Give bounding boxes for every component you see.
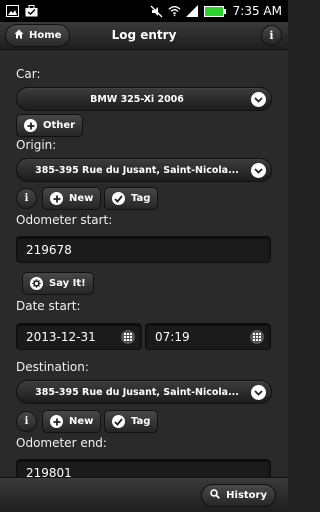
date-start-value: 2013-12-31: [26, 329, 96, 344]
destination-tag-label: Tag: [131, 416, 151, 427]
odometer-start-label: Odometer start:: [16, 213, 113, 227]
say-it-button[interactable]: Say It!: [22, 272, 94, 295]
destination-info-button[interactable]: i: [16, 411, 37, 432]
origin-tag-label: Tag: [131, 193, 151, 204]
origin-new-button[interactable]: New: [42, 187, 102, 210]
origin-select-value: 385-395 Rue du Jusant, Saint-Nicola...: [35, 164, 239, 176]
mute-icon: [150, 5, 163, 18]
wifi-icon: [168, 5, 181, 18]
header-bar: Home Log entry i: [0, 22, 288, 50]
calendar-icon[interactable]: [250, 330, 264, 344]
chevron-down-icon: [251, 385, 266, 400]
info-icon: i: [24, 193, 29, 204]
other-button[interactable]: Other: [16, 114, 84, 137]
gear-icon: [30, 277, 43, 290]
chevron-down-icon: [251, 163, 266, 178]
briefcase-icon: [25, 5, 38, 18]
car-label: Car:: [16, 67, 41, 81]
odometer-end-label: Odometer end:: [16, 436, 107, 450]
plus-icon: [50, 192, 63, 205]
status-time: 7:35 AM: [232, 4, 282, 18]
destination-select-value: 385-395 Rue du Jusant, Saint-Nicola...: [35, 386, 239, 398]
odometer-start-input[interactable]: 219678: [16, 236, 271, 263]
footer-bar: History: [0, 477, 288, 512]
info-icon[interactable]: i: [261, 25, 282, 46]
date-start-label: Date start:: [16, 299, 81, 313]
gallery-icon: [6, 5, 19, 18]
origin-tag-button[interactable]: Tag: [104, 187, 159, 210]
signal-icon: [186, 5, 199, 18]
date-start-input[interactable]: 2013-12-31: [16, 323, 142, 350]
history-button[interactable]: History: [201, 484, 276, 507]
destination-label: Destination:: [16, 360, 89, 374]
origin-label: Origin:: [16, 138, 57, 152]
other-button-label: Other: [43, 120, 76, 131]
car-select-value: BMW 325-Xi 2006: [90, 93, 184, 105]
plus-icon: [50, 415, 63, 428]
car-select[interactable]: BMW 325-Xi 2006: [16, 87, 272, 111]
log-entry-form: Car: BMW 325-Xi 2006 Other Origin: 385-3…: [0, 50, 288, 477]
info-icon: i: [24, 416, 29, 427]
checkmark-icon: [112, 415, 125, 428]
origin-select[interactable]: 385-395 Rue du Jusant, Saint-Nicola...: [16, 158, 272, 182]
checkmark-icon: [112, 192, 125, 205]
destination-new-button[interactable]: New: [42, 410, 102, 433]
battery-icon: [203, 5, 226, 18]
calendar-icon[interactable]: [121, 330, 135, 344]
search-icon: [210, 489, 221, 502]
origin-info-button[interactable]: i: [16, 188, 37, 209]
time-start-value: 07:19: [155, 329, 190, 344]
time-start-input[interactable]: 07:19: [145, 323, 271, 350]
odometer-end-input[interactable]: 219801: [16, 459, 271, 477]
history-button-label: History: [226, 490, 267, 501]
destination-select[interactable]: 385-395 Rue du Jusant, Saint-Nicola...: [16, 380, 272, 404]
destination-tag-button[interactable]: Tag: [104, 410, 159, 433]
destination-new-label: New: [69, 416, 94, 427]
status-bar: 7:35 AM: [0, 0, 288, 22]
say-it-label: Say It!: [49, 278, 86, 289]
origin-new-label: New: [69, 193, 94, 204]
chevron-down-icon: [251, 92, 266, 107]
plus-icon: [24, 119, 37, 132]
page-title: Log entry: [111, 28, 177, 42]
